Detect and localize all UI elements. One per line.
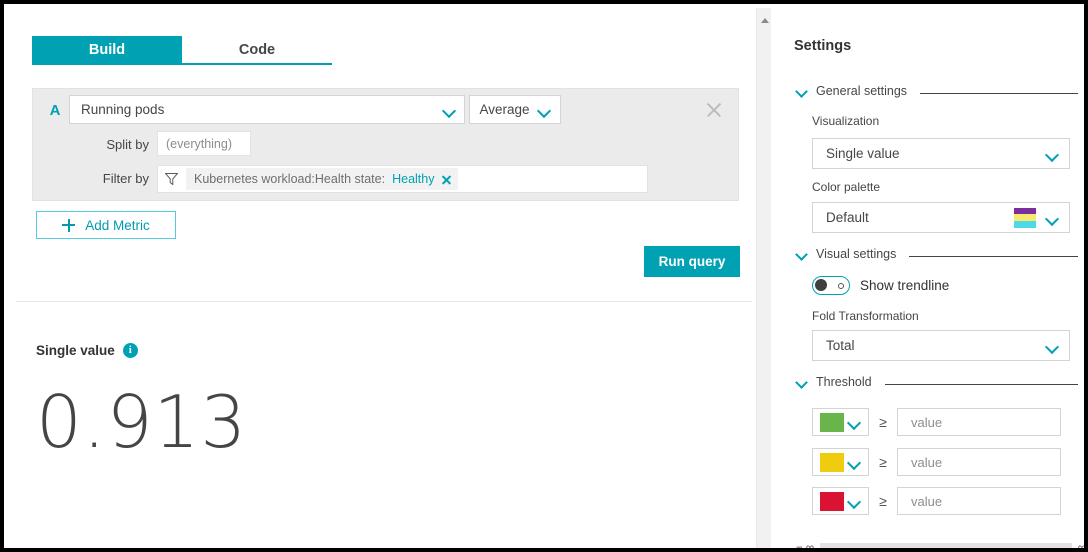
settings-title: Settings — [794, 38, 852, 54]
metric-select-value: Running pods — [81, 102, 165, 117]
tab-bar: Build Code — [32, 36, 332, 65]
toggle-knob — [815, 279, 827, 291]
palette-stripe-2 — [1014, 214, 1036, 221]
info-icon[interactable]: i — [122, 343, 138, 358]
run-query-button[interactable]: Run query — [644, 246, 740, 277]
chevron-down-icon — [1046, 150, 1059, 158]
metric-select[interactable]: Running pods — [69, 95, 465, 124]
filter-chip[interactable]: Kubernetes workload:Health state: Health… — [186, 168, 459, 190]
section-general-settings[interactable]: General settings — [796, 84, 1078, 98]
section-threshold[interactable]: Threshold — [796, 375, 1078, 389]
vertical-scrollbar[interactable] — [756, 8, 771, 548]
split-by-input[interactable]: (everything) — [157, 131, 251, 156]
fold-transformation-select[interactable]: Total — [812, 330, 1070, 361]
add-metric-button[interactable]: Add Metric — [36, 211, 176, 239]
threshold-color-select[interactable] — [812, 408, 869, 436]
color-palette-label: Color palette — [812, 180, 881, 194]
section-visual-settings[interactable]: Visual settings — [796, 247, 1078, 261]
remove-filter-icon[interactable] — [441, 174, 452, 185]
threshold-row: ≥ — [812, 448, 1061, 476]
query-builder-pane: Build Code A Running pods Average Split … — [8, 8, 752, 548]
chevron-down-icon — [796, 87, 807, 95]
threshold-value-input[interactable] — [897, 448, 1061, 476]
slider-track[interactable] — [820, 542, 1072, 548]
add-metric-label: Add Metric — [85, 217, 150, 233]
chevron-down-icon — [1046, 214, 1059, 222]
palette-stripe-3 — [1014, 220, 1036, 228]
threshold-operator: ≥ — [879, 414, 887, 430]
palette-swatch-icon — [1014, 207, 1036, 228]
show-trendline-row: Show trendline — [812, 276, 949, 295]
single-value-display: 0.913 — [36, 380, 248, 464]
slider-max-label: ∞ — [1077, 542, 1086, 552]
section-visual-label: Visual settings — [816, 247, 897, 261]
visualization-select-value: Single value — [826, 146, 900, 161]
section-rule — [920, 92, 1078, 94]
color-palette-select[interactable]: Default — [812, 202, 1070, 233]
filter-chip-key: Kubernetes workload:Health state: — [194, 172, 386, 186]
threshold-color-swatch — [820, 491, 844, 511]
tab-build[interactable]: Build — [32, 36, 182, 65]
slider-min-label: − ∞ — [796, 542, 815, 552]
threshold-value-input[interactable] — [897, 487, 1061, 515]
split-by-value: (everything) — [166, 136, 232, 151]
tab-code[interactable]: Code — [182, 36, 332, 65]
query-letter-label: A — [49, 102, 61, 119]
threshold-color-swatch — [820, 452, 844, 472]
chevron-down-icon — [443, 106, 456, 114]
section-threshold-label: Threshold — [816, 375, 872, 389]
aggregation-select[interactable]: Average — [469, 95, 561, 124]
fold-transformation-value: Total — [826, 338, 855, 353]
threshold-row: ≥ — [812, 408, 1061, 436]
visualization-label: Visualization — [812, 114, 880, 128]
split-by-label: Split by — [106, 137, 149, 152]
aggregation-select-value: Average — [479, 102, 530, 117]
palette-stripe-1 — [1014, 207, 1036, 215]
threshold-color-select[interactable] — [812, 448, 869, 476]
chevron-down-icon — [796, 378, 807, 386]
filter-chip-value: Healthy — [392, 172, 435, 186]
chevron-down-icon — [848, 497, 861, 505]
filter-by-label: Filter by — [102, 171, 149, 186]
remove-metric-button[interactable] — [705, 101, 723, 119]
chevron-down-icon — [796, 250, 807, 258]
chevron-down-icon — [848, 458, 861, 466]
threshold-color-swatch — [820, 412, 844, 432]
threshold-row: ≥ — [812, 487, 1061, 515]
fold-transformation-label: Fold Transformation — [812, 309, 919, 323]
metric-query-card: A Running pods Average Split by (everyth… — [32, 88, 739, 201]
scroll-up-arrow-icon[interactable] — [761, 18, 769, 23]
threshold-operator: ≥ — [879, 493, 887, 509]
plus-icon — [62, 218, 76, 232]
funnel-icon — [165, 173, 178, 185]
visualization-select[interactable]: Single value — [812, 138, 1070, 169]
threshold-color-select[interactable] — [812, 487, 869, 515]
settings-pane: Settings General settings Visualization … — [772, 8, 1086, 552]
show-trendline-label: Show trendline — [860, 278, 950, 293]
section-divider — [16, 301, 752, 302]
chevron-down-icon — [538, 106, 551, 114]
section-general-label: General settings — [816, 84, 908, 98]
chevron-down-icon — [1046, 342, 1059, 350]
toggle-off-dot-icon — [838, 282, 844, 289]
app-window: Build Code A Running pods Average Split … — [0, 0, 1088, 552]
threshold-range-slider[interactable]: − ∞ ∞ — [796, 542, 1086, 552]
section-rule — [909, 255, 1078, 257]
chevron-down-icon — [848, 418, 861, 426]
color-palette-select-value: Default — [826, 210, 869, 225]
result-title-label: Single value — [36, 343, 115, 358]
show-trendline-toggle[interactable] — [812, 276, 850, 295]
threshold-operator: ≥ — [879, 454, 887, 470]
section-rule — [884, 383, 1078, 385]
filter-by-input[interactable]: Kubernetes workload:Health state: Health… — [157, 165, 648, 193]
threshold-value-input[interactable] — [897, 408, 1061, 436]
result-heading: Single value i — [36, 343, 138, 358]
